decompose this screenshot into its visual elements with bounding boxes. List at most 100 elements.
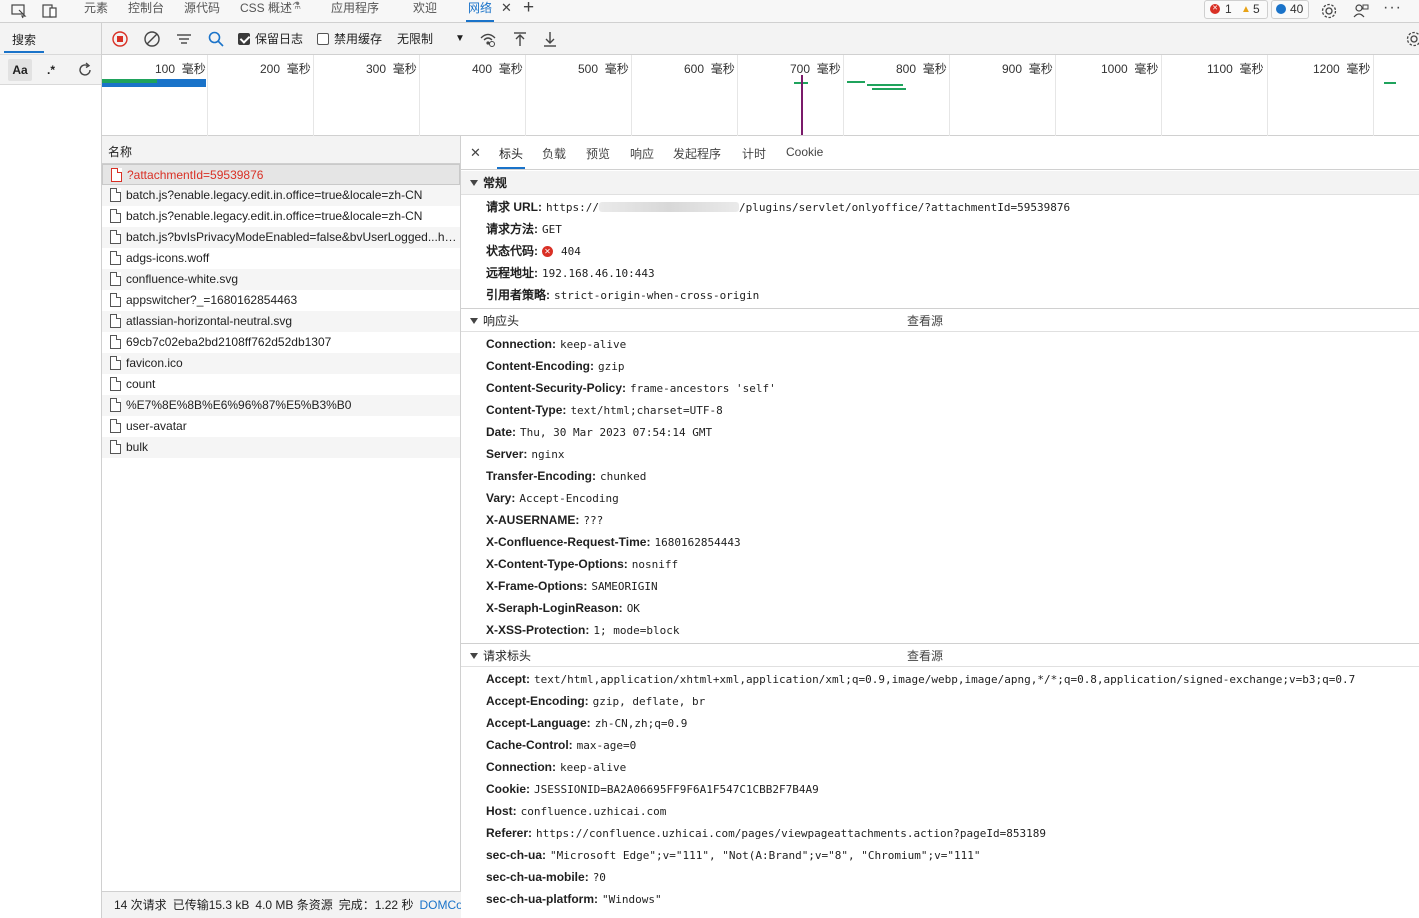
finish-time: 完成：1.22 秒: [338, 898, 414, 912]
header-value: SAMEORIGIN: [591, 580, 658, 593]
load-event-marker: [801, 75, 803, 135]
request-row[interactable]: %E7%8E%8B%E6%96%87%E5%B3%B0: [102, 395, 460, 416]
header-name: Content-Encoding:: [486, 359, 594, 373]
header-name: Host:: [486, 804, 517, 818]
request-list: 名称 ?attachmentId=59539876 batch.js?enabl…: [102, 136, 461, 891]
tab-response[interactable]: 响应: [630, 145, 654, 162]
regex-button[interactable]: .*: [40, 59, 62, 81]
domcontentloaded-time: DOMCo: [419, 898, 461, 912]
tick-label: 800 毫秒: [896, 62, 947, 76]
request-headers-section-header[interactable]: 请求标头 查看源: [461, 643, 1419, 667]
header-value: Accept-Encoding: [519, 492, 619, 505]
header-value: nginx: [531, 448, 565, 461]
network-overview-timeline[interactable]: 100 毫秒 200 毫秒 300 毫秒 400 毫秒 500 毫秒 600 毫…: [102, 55, 1419, 136]
request-row[interactable]: user-avatar: [102, 416, 460, 437]
view-source-link[interactable]: 查看源: [907, 309, 943, 333]
search-tab[interactable]: 搜索: [4, 29, 44, 53]
header-name: Content-Security-Policy:: [486, 381, 627, 395]
inspect-element-icon[interactable]: [10, 2, 28, 20]
name-column-header[interactable]: 名称: [102, 136, 460, 164]
refresh-icon[interactable]: [74, 59, 96, 81]
request-row[interactable]: confluence-white.svg: [102, 269, 460, 290]
tab-network[interactable]: 网络: [466, 0, 495, 22]
network-toolbar: 保留日志 禁用缓存 无限制 ▼: [102, 23, 1419, 55]
header-name: Accept-Encoding:: [486, 694, 589, 708]
close-details-icon[interactable]: ✕: [470, 145, 481, 161]
preserve-log-checkbox[interactable]: 保留日志: [238, 31, 303, 47]
settings-gear-icon[interactable]: [1320, 2, 1338, 20]
request-row[interactable]: batch.js?bvIsPrivacyModeEnabled=false&bv…: [102, 227, 460, 248]
request-name: appswitcher?_=1680162854463: [126, 293, 298, 307]
general-section-header[interactable]: 常规: [461, 171, 1419, 195]
tab-elements[interactable]: 元素: [82, 0, 110, 22]
request-row[interactable]: count: [102, 374, 460, 395]
request-row[interactable]: bulk: [102, 437, 460, 458]
header-name: Accept:: [486, 672, 531, 686]
header-value: frame-ancestors 'self': [630, 382, 776, 395]
grid-line: [1161, 55, 1162, 136]
header-row: Referer: https://confluence.uzhicai.com/p…: [461, 822, 1419, 844]
clear-icon[interactable]: [142, 29, 162, 49]
disable-cache-checkbox[interactable]: 禁用缓存: [317, 31, 382, 47]
match-case-button[interactable]: Aa: [8, 59, 32, 81]
device-emulation-icon[interactable]: [41, 2, 59, 20]
request-name: atlassian-horizontal-neutral.svg: [126, 314, 293, 328]
grid-line: [207, 55, 208, 136]
close-tab-icon[interactable]: ✕: [501, 0, 512, 16]
image-file-icon: [110, 314, 121, 328]
tick-label: 900 毫秒: [1002, 62, 1053, 76]
status-code-value: 404: [561, 245, 581, 258]
throttle-select[interactable]: 无限制 ▼: [397, 31, 467, 47]
request-row[interactable]: ?attachmentId=59539876: [102, 164, 460, 185]
tab-sources[interactable]: 源代码: [182, 0, 222, 22]
header-row: Server: nginx: [461, 443, 1419, 465]
header-row: X-Content-Type-Options: nosniff: [461, 553, 1419, 575]
tab-css-overview[interactable]: CSS 概述: [238, 0, 294, 22]
tab-cookies[interactable]: Cookie: [786, 145, 823, 159]
header-row: Accept-Encoding: gzip, deflate, br: [461, 690, 1419, 712]
header-name: Transfer-Encoding:: [486, 469, 597, 483]
export-har-icon[interactable]: [540, 29, 560, 49]
request-row[interactable]: appswitcher?_=1680162854463: [102, 290, 460, 311]
issues-badge[interactable]: ✕ 1 ▲ 5: [1204, 0, 1268, 19]
header-row: Accept-Language: zh-CN,zh;q=0.9: [461, 712, 1419, 734]
tab-application[interactable]: 应用程序: [329, 0, 381, 22]
header-row: X-Seraph-LoginReason: OK: [461, 597, 1419, 619]
request-row[interactable]: 69cb7c02eba2bd2108ff762d52db1307: [102, 332, 460, 353]
network-settings-gear-icon[interactable]: [1404, 29, 1419, 49]
header-name: X-Frame-Options:: [486, 579, 588, 593]
remote-address-row: 远程地址: 192.168.46.10:443: [486, 266, 655, 280]
header-name: X-Confluence-Request-Time:: [486, 535, 651, 549]
tab-welcome[interactable]: 欢迎: [411, 0, 439, 22]
network-conditions-icon[interactable]: [478, 29, 498, 49]
flask-icon: ⚗: [292, 1, 301, 12]
messages-badge[interactable]: 40: [1271, 0, 1309, 19]
request-row[interactable]: favicon.ico: [102, 353, 460, 374]
header-row: X-Confluence-Request-Time: 1680162854443: [461, 531, 1419, 553]
tab-preview[interactable]: 预览: [586, 145, 610, 162]
import-har-icon[interactable]: [510, 29, 530, 49]
filter-icon[interactable]: [174, 29, 194, 49]
tick-label: 1200 毫秒: [1313, 62, 1371, 76]
response-headers-section-header[interactable]: 响应头 查看源: [461, 308, 1419, 332]
request-row[interactable]: adgs-icons.woff: [102, 248, 460, 269]
tab-payload[interactable]: 负载: [542, 145, 566, 162]
error-count: 1: [1225, 2, 1232, 16]
request-headers-title: 请求标头: [483, 649, 532, 663]
tab-initiator[interactable]: 发起程序: [673, 145, 721, 162]
feedback-icon[interactable]: [1352, 2, 1370, 20]
view-source-link[interactable]: 查看源: [907, 644, 943, 668]
add-tab-icon[interactable]: +: [523, 0, 534, 19]
tab-console[interactable]: 控制台: [126, 0, 166, 22]
preserve-log-label: 保留日志: [255, 32, 304, 46]
request-row[interactable]: batch.js?enable.legacy.edit.in.office=tr…: [102, 206, 460, 227]
record-stop-icon[interactable]: [110, 29, 130, 49]
tab-timing[interactable]: 计时: [742, 145, 766, 162]
more-options-icon[interactable]: ···: [1383, 0, 1402, 17]
request-row[interactable]: atlassian-horizontal-neutral.svg: [102, 311, 460, 332]
search-icon[interactable]: [206, 29, 226, 49]
tab-headers[interactable]: 标头: [497, 145, 526, 169]
tick-label: 1000 毫秒: [1101, 62, 1159, 76]
grid-line: [525, 55, 526, 136]
request-row[interactable]: batch.js?enable.legacy.edit.in.office=tr…: [102, 185, 460, 206]
